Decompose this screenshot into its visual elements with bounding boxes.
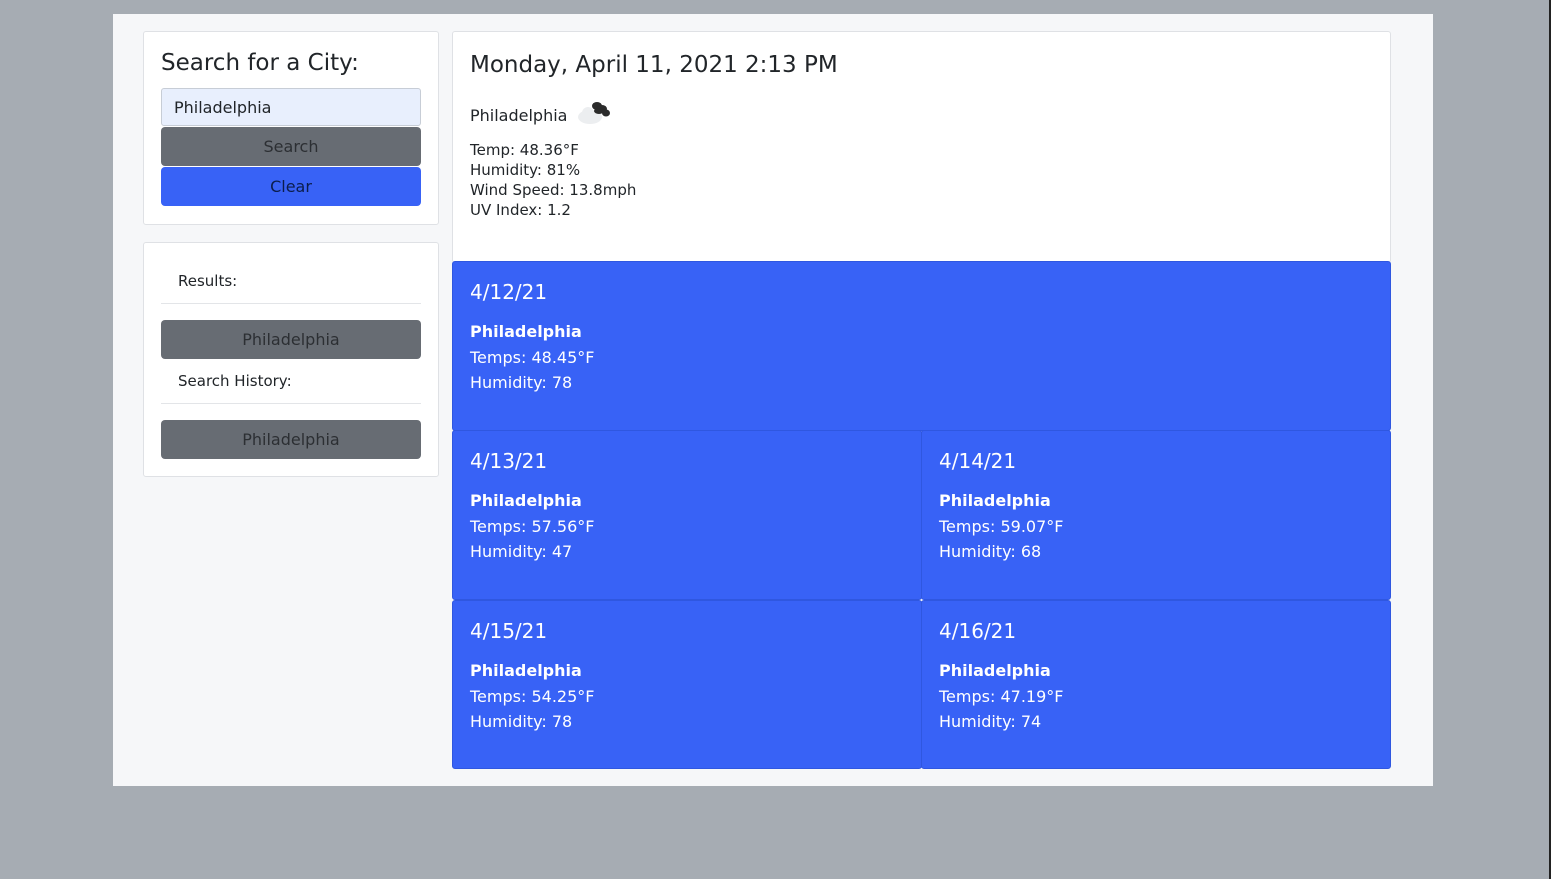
forecast-card: 4/13/21 Philadelphia Temps: 57.56°F Humi… [452,430,922,600]
clear-button[interactable]: Clear [161,167,421,206]
current-stats: Temp: 48.36°F Humidity: 81% Wind Speed: … [470,140,636,220]
forecast-card: 4/12/21 Philadelphia Temps: 48.45°F Humi… [452,261,1391,431]
forecast-date: 4/13/21 [470,449,548,473]
city-search-input[interactable] [161,88,421,126]
cloud-icon [575,100,611,130]
forecast-humidity: Humidity: 74 [939,712,1042,731]
weather-dashboard: Search for a City: Search Clear Results:… [113,14,1433,786]
forecast-humidity: Humidity: 68 [939,542,1042,561]
forecast-card: 4/14/21 Philadelphia Temps: 59.07°F Humi… [921,430,1391,600]
current-datetime: Monday, April 11, 2021 2:13 PM [470,52,838,78]
search-panel: Search for a City: Search Clear [143,31,439,225]
current-temp: Temp: 48.36°F [470,141,579,159]
results-label: Results: [161,264,421,304]
forecast-city: Philadelphia [939,661,1051,680]
current-weather-panel: Monday, April 11, 2021 2:13 PM Philadelp… [452,31,1391,263]
results-panel: Results: Philadelphia Search History: Ph… [143,242,439,477]
forecast-temp: Temps: 59.07°F [939,517,1064,536]
current-wind-speed: Wind Speed: 13.8mph [470,181,637,199]
forecast-humidity: Humidity: 78 [470,712,573,731]
forecast-temp: Temps: 57.56°F [470,517,595,536]
forecast-city: Philadelphia [939,491,1051,510]
forecast-city: Philadelphia [470,322,582,341]
forecast-humidity: Humidity: 78 [470,373,573,392]
current-city: Philadelphia [470,105,568,125]
current-city-row: Philadelphia [470,100,611,130]
forecast-temp: Temps: 47.19°F [939,687,1064,706]
history-city-button[interactable]: Philadelphia [161,420,421,459]
current-uv-index: UV Index: 1.2 [470,201,571,219]
forecast-card: 4/15/21 Philadelphia Temps: 54.25°F Humi… [452,600,922,769]
forecast-date: 4/14/21 [939,449,1017,473]
forecast-date: 4/12/21 [470,280,548,304]
current-humidity: Humidity: 81% [470,161,581,179]
search-history-label: Search History: [161,364,421,404]
result-city-button[interactable]: Philadelphia [161,320,421,359]
forecast-date: 4/16/21 [939,619,1017,643]
forecast-city: Philadelphia [470,491,582,510]
forecast-card: 4/16/21 Philadelphia Temps: 47.19°F Humi… [921,600,1391,769]
forecast-temp: Temps: 54.25°F [470,687,595,706]
forecast-temp: Temps: 48.45°F [470,348,595,367]
forecast-humidity: Humidity: 47 [470,542,573,561]
forecast-date: 4/15/21 [470,619,548,643]
search-title: Search for a City: [161,50,359,76]
forecast-city: Philadelphia [470,661,582,680]
search-button[interactable]: Search [161,127,421,166]
